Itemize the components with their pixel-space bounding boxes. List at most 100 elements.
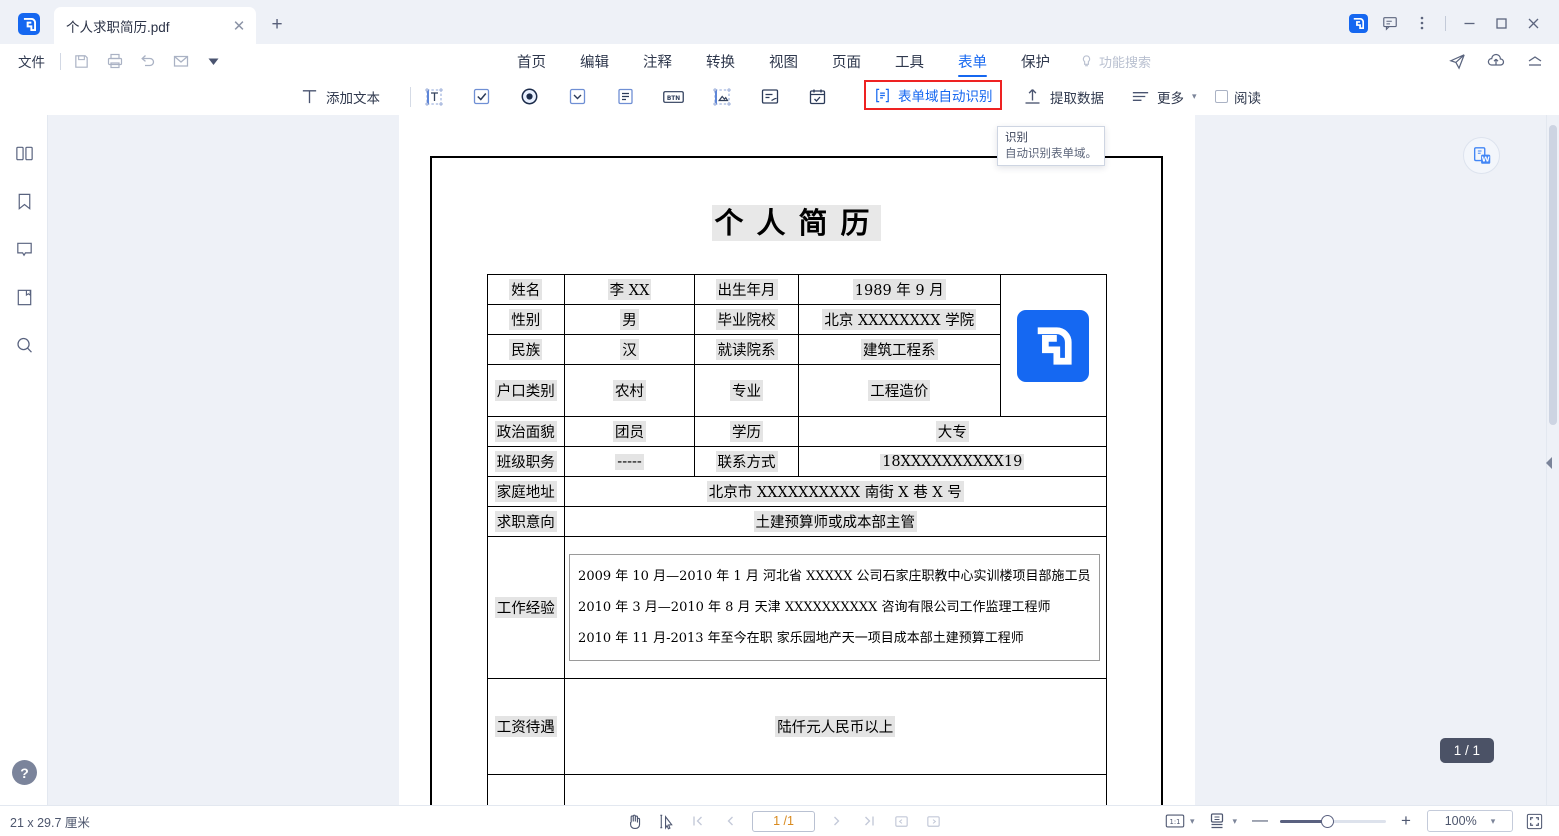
sidebar-item-search[interactable] [0, 321, 48, 369]
convert-to-word-icon[interactable]: W [1463, 137, 1500, 174]
svg-text:1:1: 1:1 [1169, 818, 1180, 826]
cell-value[interactable]: 1989 年 9 月 [853, 279, 946, 300]
read-mode-toggle[interactable]: 阅读 [1215, 87, 1261, 107]
file-menu-button[interactable]: 文件 [14, 49, 49, 73]
add-text-button[interactable]: 添加文本 [300, 87, 380, 107]
cell-label: 联系方式 [716, 451, 778, 472]
chevron-down-icon[interactable]: ▾ [1190, 816, 1195, 827]
table-row: 政治面貌 团员 学历 大专 [487, 417, 1106, 447]
slider-handle[interactable] [1321, 815, 1334, 828]
slider-fill [1280, 820, 1326, 823]
share-icon[interactable] [1447, 51, 1467, 71]
page-number-input[interactable]: 1 /1 [752, 811, 815, 832]
actual-size-button[interactable]: 1:1 [1162, 810, 1188, 832]
minimize-icon[interactable] [1453, 10, 1485, 36]
cell-label: 专业 [730, 380, 763, 401]
fit-width-button[interactable] [917, 810, 949, 832]
print-icon[interactable] [105, 52, 124, 71]
prev-page-button[interactable] [714, 810, 746, 832]
close-icon[interactable]: ✕ [230, 17, 248, 35]
menu-item-edit[interactable]: 编辑 [563, 44, 626, 78]
first-page-button[interactable] [682, 810, 714, 832]
cell-value[interactable]: 大专 [936, 421, 969, 442]
experience-field[interactable]: 2009 年 10 月—2010 年 1 月 河北省 XXXXX 公司石家庄职教… [569, 554, 1099, 661]
menu-item-protect[interactable]: 保护 [1004, 44, 1067, 78]
collapse-ribbon-icon[interactable] [1525, 51, 1545, 71]
last-page-button[interactable] [853, 810, 885, 832]
chevron-down-icon[interactable]: ▾ [1232, 816, 1237, 827]
pdf-page[interactable]: 个人简历 姓名 李 XX 出生年月 1989 年 9 月 性别 男 [399, 115, 1195, 805]
mail-icon[interactable] [171, 52, 190, 71]
menu-item-tools[interactable]: 工具 [878, 44, 941, 78]
salary-value[interactable]: 陆仟元人民币以上 [775, 716, 895, 737]
feature-search[interactable]: 功能搜索 [1079, 52, 1151, 71]
cell-value[interactable]: 建筑工程系 [861, 339, 938, 360]
checkbox-icon[interactable] [1215, 90, 1228, 103]
image-field-icon[interactable] [710, 85, 733, 108]
plus-icon[interactable]: + [262, 10, 292, 40]
combobox-field-icon[interactable] [566, 85, 589, 108]
cell-value[interactable]: ----- [615, 454, 644, 470]
document-canvas[interactable]: W 1 / 1 个人简历 姓名 李 XX 出生年月 1989 年 9 月 [48, 115, 1546, 805]
document-tab[interactable]: 个人求职简历.pdf ✕ [54, 7, 256, 44]
dropdown-icon[interactable] [204, 52, 223, 71]
scrollbar-thumb[interactable] [1549, 125, 1557, 425]
sidebar-item-bookmark[interactable] [0, 177, 48, 225]
sidebar-item-comment[interactable] [0, 225, 48, 273]
zoom-level-select[interactable]: 100% ▾ [1427, 810, 1513, 832]
menu-item-form[interactable]: 表单 [941, 44, 1004, 78]
cell-value[interactable]: 团员 [613, 421, 646, 442]
more-button[interactable]: 更多 ▾ [1130, 87, 1197, 107]
maximize-icon[interactable] [1485, 10, 1517, 36]
save-icon[interactable] [72, 52, 91, 71]
feedback-icon[interactable] [1374, 10, 1406, 36]
checkbox-field-icon[interactable] [470, 85, 493, 108]
cell-value[interactable]: 工程造价 [868, 380, 930, 401]
cell-value[interactable]: 李 XX [608, 279, 652, 300]
cell-value[interactable]: 18XXXXXXXXXX19 [880, 454, 1024, 470]
cell-value[interactable]: 北京市 XXXXXXXXXX 南街 X 巷 X 号 [707, 481, 964, 502]
expand-right-panel-button[interactable] [1544, 452, 1556, 474]
zoom-in-button[interactable]: + [1393, 810, 1419, 832]
undo-icon[interactable] [138, 52, 157, 71]
cell-label: 性别 [509, 309, 542, 330]
next-page-button[interactable] [821, 810, 853, 832]
menu-item-view[interactable]: 视图 [752, 44, 815, 78]
menu-item-page[interactable]: 页面 [815, 44, 878, 78]
cell-label: 学历 [730, 421, 763, 442]
menu-item-home[interactable]: 首页 [500, 44, 563, 78]
zoom-slider[interactable] [1280, 810, 1386, 832]
table-row [487, 775, 1106, 806]
listbox-field-icon[interactable] [614, 85, 637, 108]
date-field-icon[interactable] [806, 85, 829, 108]
brand-badge-icon[interactable] [1342, 10, 1374, 36]
close-window-icon[interactable] [1517, 10, 1549, 36]
more-options-icon[interactable] [1406, 10, 1438, 36]
sidebar-item-attachment[interactable] [0, 273, 48, 321]
sidebar-item-thumbnails[interactable] [0, 129, 48, 177]
cell-value[interactable]: 土建预算师或成本部主管 [754, 511, 918, 532]
cell-value[interactable]: 北京 XXXXXXXX 学院 [822, 309, 976, 330]
signature-field-icon[interactable] [758, 85, 781, 108]
extract-data-button[interactable]: 提取数据 [1022, 86, 1104, 107]
select-tool-icon[interactable] [650, 810, 682, 832]
divider [410, 87, 411, 107]
auto-recognize-form-fields-button[interactable]: 表单域自动识别 [864, 80, 1002, 110]
menu-item-convert[interactable]: 转换 [689, 44, 752, 78]
add-text-label: 添加文本 [326, 87, 380, 107]
fullscreen-icon[interactable] [1521, 810, 1547, 832]
radio-field-icon[interactable] [518, 85, 541, 108]
help-button[interactable]: ? [12, 760, 37, 785]
text-field-icon[interactable] [422, 85, 445, 108]
page-layout-icon[interactable] [1204, 810, 1230, 832]
upload-icon [1022, 86, 1043, 107]
cloud-upload-icon[interactable] [1486, 51, 1506, 71]
hand-tool-icon[interactable] [618, 810, 650, 832]
cell-value[interactable]: 汉 [620, 339, 639, 360]
zoom-out-button[interactable]: — [1247, 810, 1273, 832]
fit-page-button[interactable] [885, 810, 917, 832]
menu-item-comment[interactable]: 注释 [626, 44, 689, 78]
cell-value[interactable]: 农村 [613, 380, 646, 401]
cell-value[interactable]: 男 [620, 309, 639, 330]
button-field-icon[interactable]: BTN [662, 85, 685, 108]
